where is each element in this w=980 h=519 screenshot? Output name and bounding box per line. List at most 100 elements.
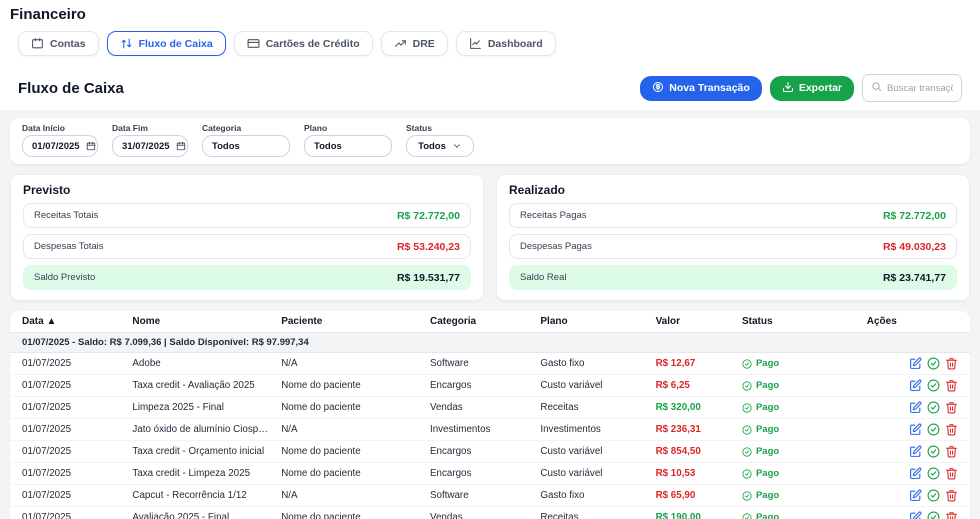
status-label: Pago: [755, 424, 780, 435]
check-circle-icon: [742, 358, 752, 369]
edit-button[interactable]: [909, 445, 922, 458]
tab-fluxo-de-caixa[interactable]: Fluxo de Caixa: [106, 31, 226, 56]
confirm-button[interactable]: [927, 467, 940, 480]
cell-date: 01/07/2025: [22, 358, 72, 369]
confirm-button[interactable]: [927, 379, 940, 392]
cell-status: Pago: [730, 424, 855, 435]
delete-button[interactable]: [945, 489, 958, 502]
cell-status: Pago: [730, 446, 855, 457]
status-label: Pago: [755, 380, 780, 391]
table-group-row: 01/07/2025 - Saldo: R$ 7.099,36 | Saldo …: [10, 333, 970, 353]
page-title: Fluxo de Caixa: [18, 79, 124, 97]
summary-item-label: Despesas Totais: [34, 241, 104, 252]
summary-item-despesas-totais: Despesas Totais R$ 53.240,23: [23, 234, 471, 259]
cell-date: 01/07/2025: [22, 490, 72, 501]
cell-plan: Gasto fixo: [540, 358, 585, 369]
new-transaction-button[interactable]: Nova Transação: [640, 75, 762, 101]
cell-date: 01/07/2025: [22, 402, 72, 413]
confirm-button[interactable]: [927, 423, 940, 436]
confirm-button[interactable]: [927, 445, 940, 458]
credit-card-icon: [247, 37, 260, 50]
column-header-data[interactable]: Data ▲: [10, 316, 120, 327]
edit-button[interactable]: [909, 357, 922, 370]
cell-plan: Receitas: [540, 402, 579, 413]
edit-button[interactable]: [909, 489, 922, 502]
search-input[interactable]: [887, 82, 953, 94]
cell-category: Investimentos: [429, 424, 491, 435]
tab-dashboard[interactable]: Dashboard: [455, 31, 556, 56]
edit-button[interactable]: [909, 423, 922, 436]
cell-status: Pago: [730, 468, 855, 479]
export-button[interactable]: Exportar: [769, 75, 854, 101]
cell-name: Capcut - Recorrência 1/12: [132, 490, 247, 501]
status-label: Pago: [755, 446, 780, 457]
confirm-button[interactable]: [927, 401, 940, 414]
summary-item-receitas-pagas: Receitas Pagas R$ 72.772,00: [509, 203, 957, 228]
cell-date: 01/07/2025: [22, 446, 72, 457]
filter-plano: Plano Todos: [304, 123, 392, 157]
cell-patient: Nome do paciente: [281, 402, 361, 413]
summary-item-value: R$ 72.772,00: [396, 209, 460, 222]
tab-contas[interactable]: Contas: [18, 31, 99, 56]
cell-actions: [855, 511, 970, 519]
cell-value: R$ 65,90: [655, 490, 696, 501]
edit-icon: [909, 379, 922, 392]
cell-category: Encargos: [429, 468, 472, 479]
edit-button[interactable]: [909, 401, 922, 414]
cell-status: Pago: [730, 380, 855, 391]
filter-data-fim-field[interactable]: 31/07/2025: [112, 135, 188, 157]
cell-category: Encargos: [429, 380, 472, 391]
confirm-icon: [927, 445, 940, 458]
table-body: 01/07/2025 Adobe N/A Software Gasto fixo R$ 1…: [10, 353, 970, 519]
cell-name: Taxa credit - Limpeza 2025: [132, 468, 251, 479]
table-row: 01/07/2025 Limpeza 2025 - Final Nome do pa…: [10, 397, 970, 419]
filter-status-field[interactable]: Todos: [406, 135, 474, 157]
tab-cartoes-de-credito[interactable]: Cartões de Crédito: [233, 31, 373, 56]
delete-button[interactable]: [945, 511, 958, 519]
cell-name: Jato óxido de alumínio Ciosp - Parcela 6: [132, 424, 269, 435]
filter-data-inicio-field[interactable]: 01/07/2025: [22, 135, 98, 157]
cell-value: R$ 12,67: [655, 358, 696, 369]
check-circle-icon: [742, 512, 752, 519]
delete-button[interactable]: [945, 467, 958, 480]
filter-label: Plano: [304, 123, 328, 133]
edit-icon: [909, 511, 922, 519]
status-label: Pago: [755, 358, 780, 369]
edit-button[interactable]: [909, 379, 922, 392]
summary-item-saldo-real: Saldo Real R$ 23.741,77: [509, 265, 957, 290]
delete-button[interactable]: [945, 445, 958, 458]
filter-data-inicio: Data Início 01/07/2025: [22, 123, 98, 157]
confirm-button[interactable]: [927, 357, 940, 370]
table-row: 01/07/2025 Taxa credit - Limpeza 2025 Nome…: [10, 463, 970, 485]
delete-button[interactable]: [945, 423, 958, 436]
edit-button[interactable]: [909, 511, 922, 519]
table-row: 01/07/2025 Avaliação 2025 - Final Nome do …: [10, 507, 970, 519]
cell-patient: Nome do paciente: [281, 512, 361, 519]
status-label: Pago: [755, 490, 780, 501]
delete-button[interactable]: [945, 401, 958, 414]
cell-plan: Receitas: [540, 512, 579, 519]
status-label: Pago: [755, 402, 780, 413]
column-header-nome: Nome: [132, 316, 161, 327]
delete-button[interactable]: [945, 357, 958, 370]
cell-actions: [855, 467, 970, 480]
export-label: Exportar: [798, 82, 842, 94]
cell-plan: Gasto fixo: [540, 490, 585, 501]
confirm-icon: [927, 379, 940, 392]
delete-icon: [945, 511, 958, 519]
confirm-button[interactable]: [927, 511, 940, 519]
cell-actions: [855, 489, 970, 502]
delete-button[interactable]: [945, 379, 958, 392]
filter-categoria-field[interactable]: Todos: [202, 135, 290, 157]
cell-status: Pago: [730, 490, 855, 501]
filter-plano-field[interactable]: Todos: [304, 135, 392, 157]
table-row: 01/07/2025 Taxa credit - Avaliação 2025 No…: [10, 375, 970, 397]
tab-dre[interactable]: DRE: [380, 31, 448, 56]
column-header-status: Status: [741, 316, 773, 327]
confirm-button[interactable]: [927, 489, 940, 502]
edit-button[interactable]: [909, 467, 922, 480]
filter-data-fim: Data Fim 31/07/2025: [112, 123, 188, 157]
cell-status: Pago: [730, 512, 855, 519]
confirm-icon: [927, 401, 940, 414]
delete-icon: [945, 489, 958, 502]
